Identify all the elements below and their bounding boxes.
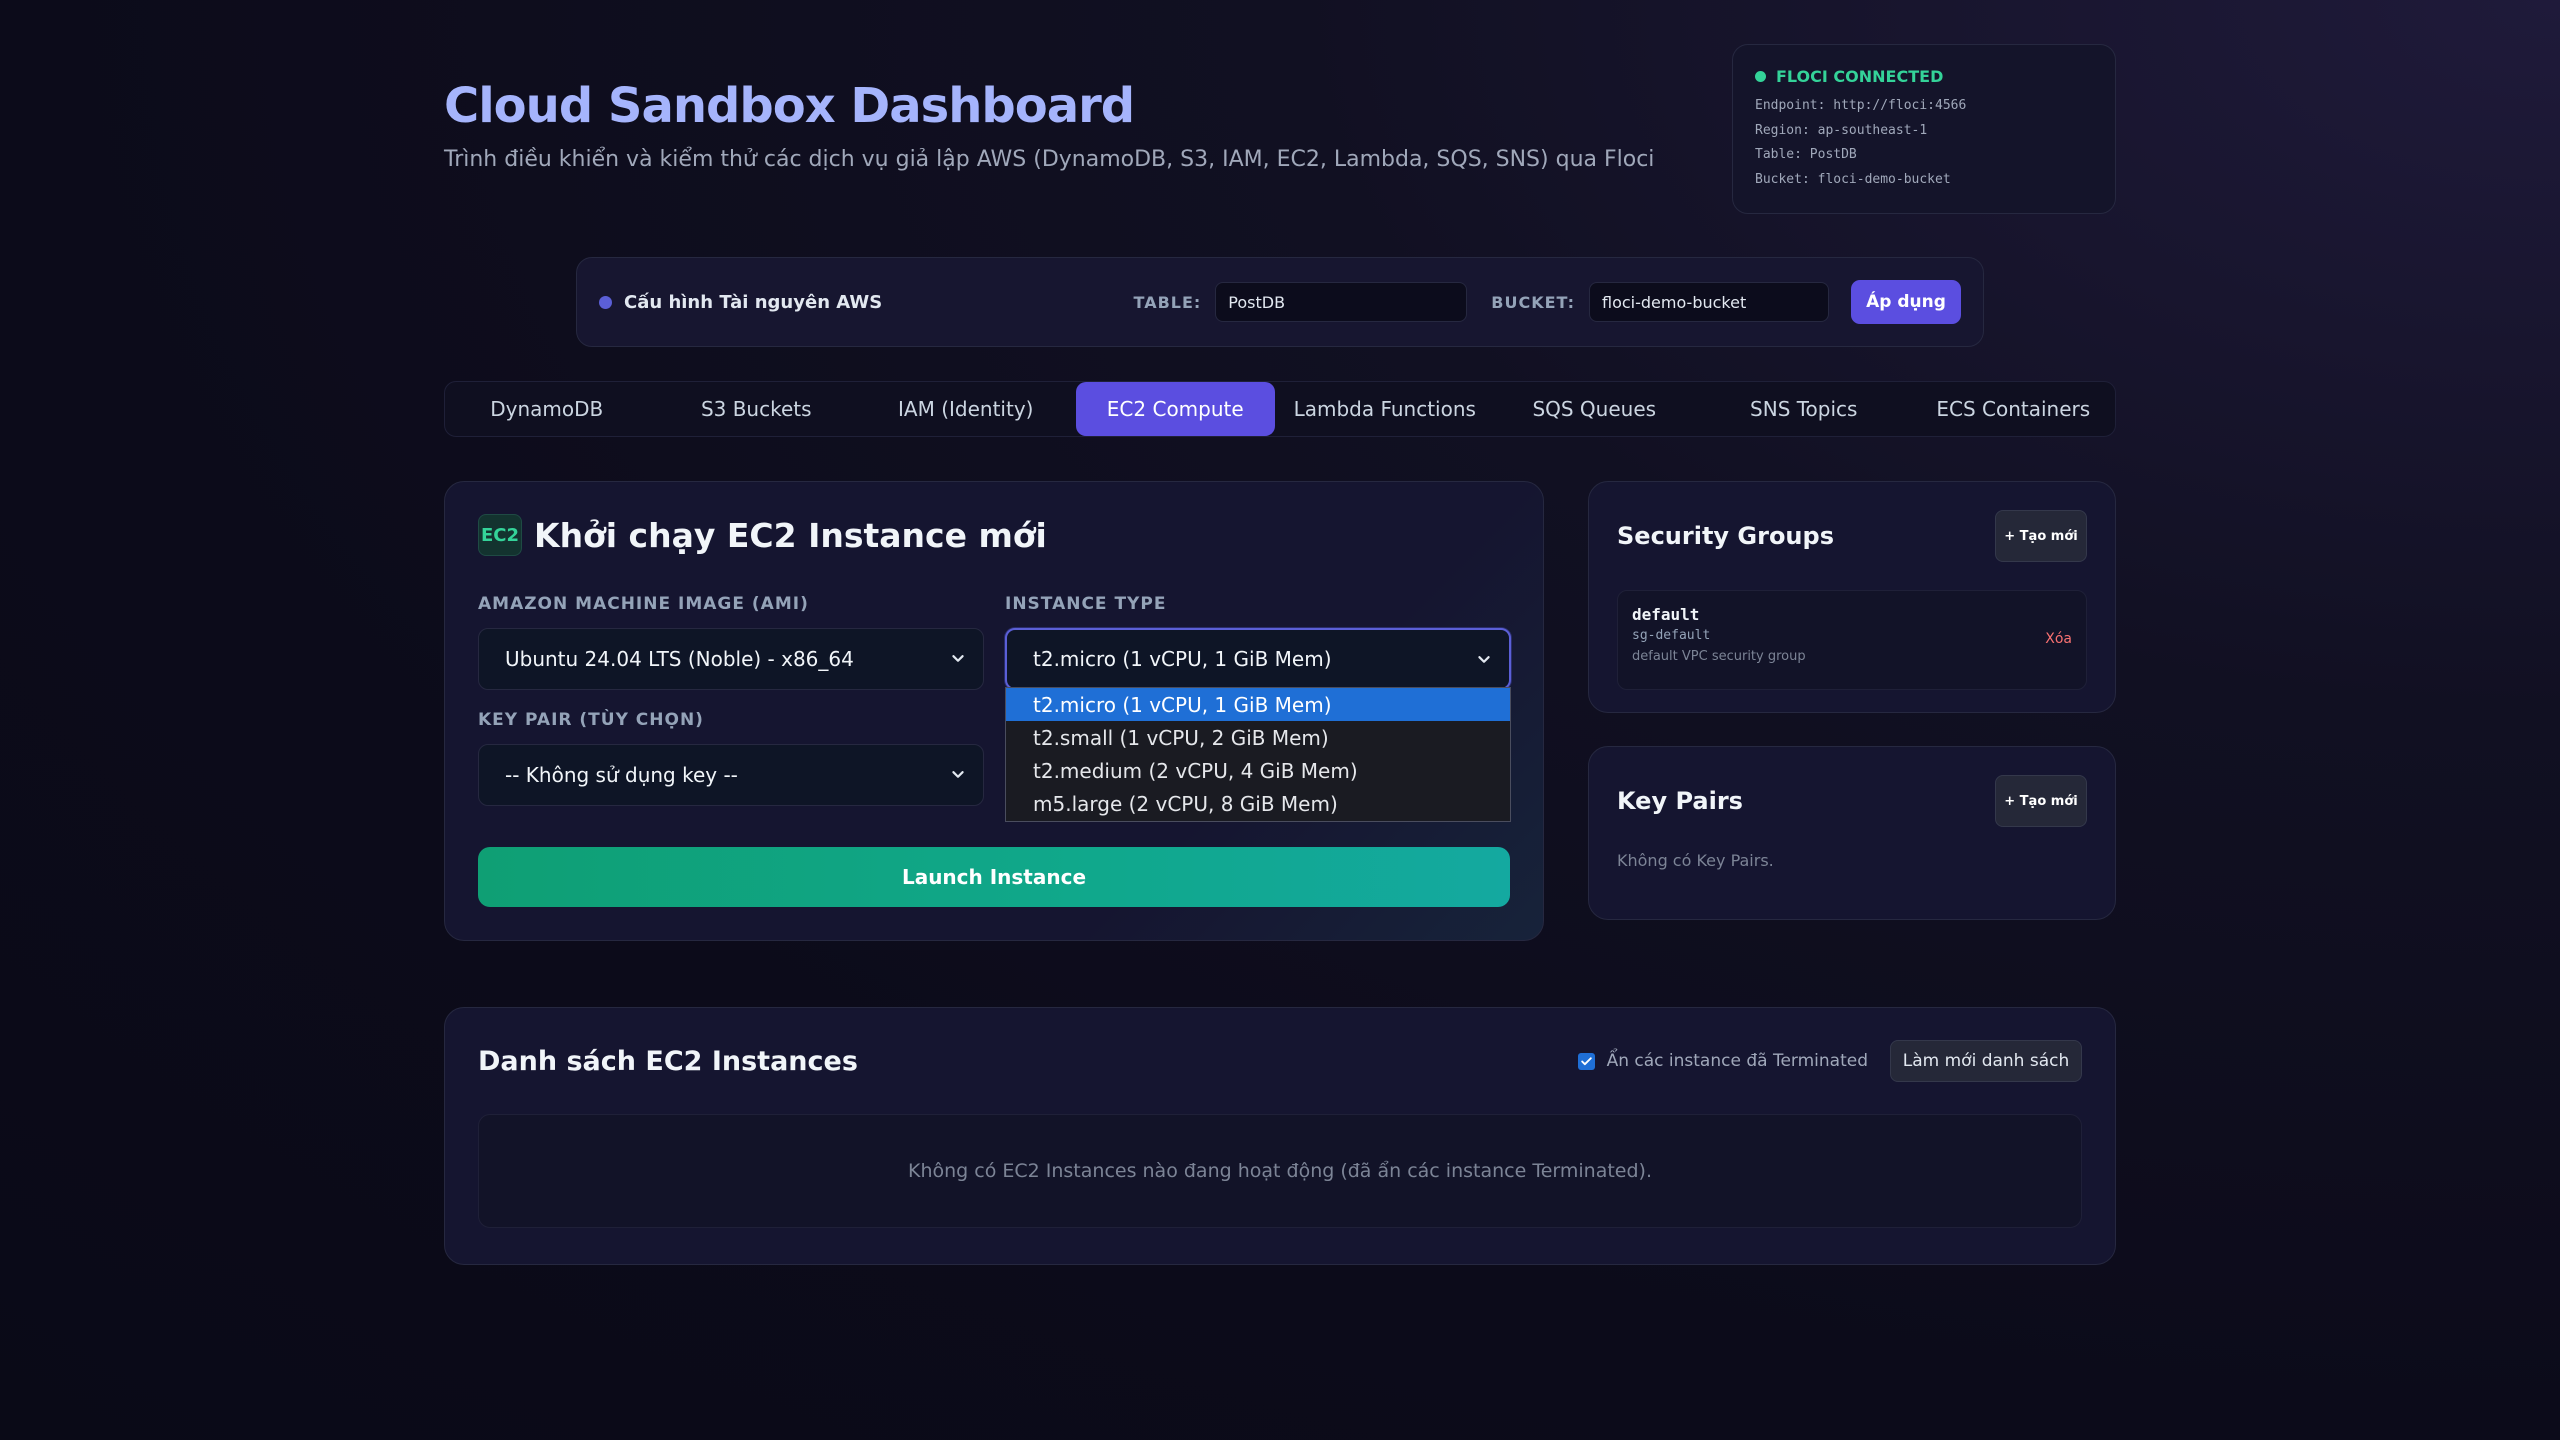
security-group-id: sg-default bbox=[1632, 628, 1711, 643]
tab-ec2-compute[interactable]: EC2 Compute bbox=[1075, 382, 1275, 436]
security-groups-card: Security Groups + Tạo mới default sg-def… bbox=[1588, 481, 2116, 713]
status-bucket: Bucket: floci-demo-bucket bbox=[1755, 171, 1951, 187]
tab-s3-buckets[interactable]: S3 Buckets bbox=[657, 382, 857, 436]
connection-status: FLOCI CONNECTED bbox=[1755, 67, 2093, 86]
dropdown-option[interactable]: t2.micro (1 vCPU, 1 GiB Mem) bbox=[1006, 688, 1510, 721]
key-pairs-title: Key Pairs bbox=[1617, 787, 1743, 815]
security-group-description: default VPC security group bbox=[1632, 649, 1806, 664]
instance-type-dropdown: t2.micro (1 vCPU, 1 GiB Mem) t2.small (1… bbox=[1005, 687, 1511, 822]
bucket-label: BUCKET: bbox=[1491, 292, 1575, 312]
key-pairs-empty: Không có Key Pairs. bbox=[1617, 851, 1774, 870]
ami-select[interactable]: Ubuntu 24.04 LTS (Noble) - x86_64 bbox=[478, 628, 984, 690]
page-subtitle: Trình điều khiển và kiểm thử các dịch vụ… bbox=[444, 147, 1655, 172]
check-icon bbox=[1580, 1056, 1592, 1065]
ami-label: AMAZON MACHINE IMAGE (AMI) bbox=[478, 594, 809, 614]
tab-sns-topics[interactable]: SNS Topics bbox=[1704, 382, 1904, 436]
tab-sqs-queues[interactable]: SQS Queues bbox=[1495, 382, 1695, 436]
status-label: FLOCI CONNECTED bbox=[1776, 67, 1944, 86]
instance-type-select[interactable]: t2.micro (1 vCPU, 1 GiB Mem) bbox=[1005, 628, 1511, 690]
delete-security-group-button[interactable]: Xóa bbox=[2045, 631, 2072, 647]
tab-dynamodb[interactable]: DynamoDB bbox=[447, 382, 647, 436]
launch-title: Khởi chạy EC2 Instance mới bbox=[534, 515, 1047, 555]
chevron-down-icon bbox=[952, 655, 964, 662]
launch-instance-card: EC2 Khởi chạy EC2 Instance mới AMAZON MA… bbox=[444, 481, 1544, 941]
tab-ecs-containers[interactable]: ECS Containers bbox=[1914, 382, 2114, 436]
table-input[interactable] bbox=[1215, 282, 1468, 322]
dropdown-option[interactable]: t2.small (1 vCPU, 2 GiB Mem) bbox=[1006, 721, 1510, 754]
tab-iam[interactable]: IAM (Identity) bbox=[866, 382, 1066, 436]
keypair-label: KEY PAIR (TÙY CHỌN) bbox=[478, 710, 704, 730]
status-dot-icon bbox=[1755, 71, 1766, 82]
key-pairs-card: Key Pairs + Tạo mới Không có Key Pairs. bbox=[1588, 746, 2116, 920]
refresh-list-button[interactable]: Làm mới danh sách bbox=[1890, 1040, 2082, 1082]
ami-value: Ubuntu 24.04 LTS (Noble) - x86_64 bbox=[505, 647, 854, 671]
dropdown-option[interactable]: m5.large (2 vCPU, 8 GiB Mem) bbox=[1006, 787, 1510, 820]
ec2-badge: EC2 bbox=[478, 514, 522, 556]
status-region: Region: ap-southeast-1 bbox=[1755, 122, 1928, 138]
security-group-item: default sg-default default VPC security … bbox=[1617, 590, 2087, 690]
config-dot-icon bbox=[599, 295, 612, 309]
table-label: TABLE: bbox=[1133, 292, 1202, 312]
hide-terminated-checkbox[interactable] bbox=[1577, 1052, 1595, 1070]
chevron-down-icon bbox=[952, 771, 964, 778]
instances-empty: Không có EC2 Instances nào đang hoạt độn… bbox=[478, 1114, 2082, 1228]
config-title: Cấu hình Tài nguyên AWS bbox=[624, 291, 883, 313]
dropdown-option[interactable]: t2.medium (2 vCPU, 4 GiB Mem) bbox=[1006, 754, 1510, 787]
hide-terminated-label[interactable]: Ẩn các instance đã Terminated bbox=[1607, 1051, 1868, 1071]
instances-card: Danh sách EC2 Instances Ẩn các instance … bbox=[444, 1007, 2116, 1265]
status-table: Table: PostDB bbox=[1755, 147, 1857, 162]
new-security-group-button[interactable]: + Tạo mới bbox=[1995, 510, 2087, 562]
chevron-down-icon bbox=[1478, 656, 1490, 663]
bucket-input[interactable] bbox=[1589, 282, 1829, 322]
new-key-pair-button[interactable]: + Tạo mới bbox=[1995, 775, 2087, 827]
tab-lambda-functions[interactable]: Lambda Functions bbox=[1285, 382, 1485, 436]
instances-title: Danh sách EC2 Instances bbox=[478, 1045, 858, 1077]
connection-status-card: FLOCI CONNECTED Endpoint: http://floci:4… bbox=[1732, 44, 2116, 214]
status-endpoint: Endpoint: http://floci:4566 bbox=[1755, 98, 1967, 113]
keypair-value: -- Không sử dụng key -- bbox=[505, 763, 738, 787]
instance-type-label: INSTANCE TYPE bbox=[1005, 594, 1167, 614]
launch-instance-button[interactable]: Launch Instance bbox=[478, 847, 1510, 907]
instance-type-value: t2.micro (1 vCPU, 1 GiB Mem) bbox=[1033, 647, 1332, 671]
apply-button[interactable]: Áp dụng bbox=[1851, 280, 1961, 324]
security-group-name: default bbox=[1632, 605, 1700, 624]
resource-config-bar: Cấu hình Tài nguyên AWS TABLE: BUCKET: Á… bbox=[576, 257, 1984, 347]
keypair-select[interactable]: -- Không sử dụng key -- bbox=[478, 744, 984, 806]
security-groups-title: Security Groups bbox=[1617, 522, 1834, 550]
service-tabs: DynamoDB S3 Buckets IAM (Identity) EC2 C… bbox=[444, 381, 2116, 437]
page-title: Cloud Sandbox Dashboard bbox=[444, 78, 1135, 134]
